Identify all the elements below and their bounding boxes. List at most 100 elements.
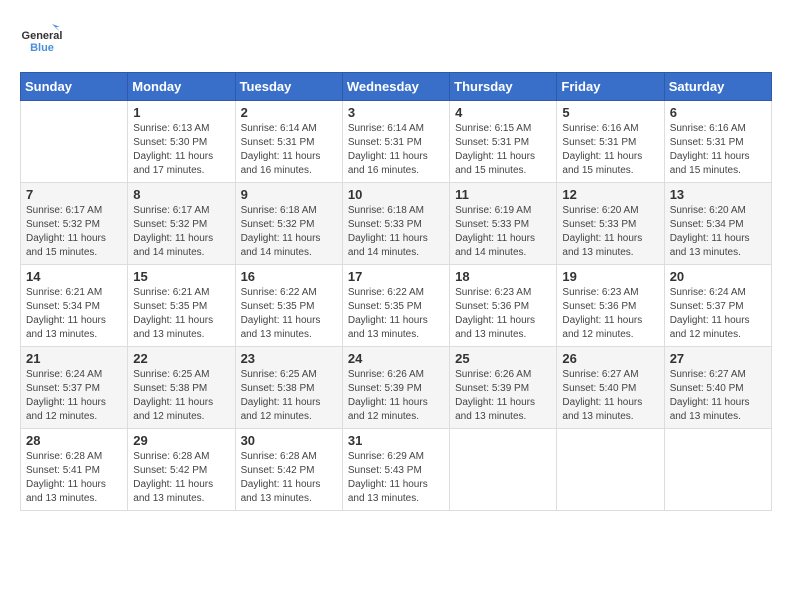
day-info: Sunrise: 6:13 AM Sunset: 5:30 PM Dayligh…: [133, 122, 229, 178]
day-number: 12: [562, 187, 658, 202]
day-cell: 8 Sunrise: 6:17 AM Sunset: 5:32 PM Daylig…: [128, 183, 235, 265]
day-info: Sunrise: 6:16 AM Sunset: 5:31 PM Dayligh…: [670, 122, 766, 178]
day-cell: 27 Sunrise: 6:27 AM Sunset: 5:40 PM Dayli…: [664, 347, 771, 429]
day-number: 6: [670, 105, 766, 120]
logo: GeneralBlue: [20, 20, 62, 62]
day-info: Sunrise: 6:21 AM Sunset: 5:34 PM Dayligh…: [26, 286, 122, 342]
svg-text:Blue: Blue: [30, 42, 54, 54]
day-number: 31: [348, 433, 444, 448]
day-number: 7: [26, 187, 122, 202]
day-cell: 10 Sunrise: 6:18 AM Sunset: 5:33 PM Dayli…: [342, 183, 449, 265]
day-info: Sunrise: 6:26 AM Sunset: 5:39 PM Dayligh…: [348, 368, 444, 424]
header-thursday: Thursday: [450, 73, 557, 101]
day-number: 13: [670, 187, 766, 202]
day-number: 16: [241, 269, 337, 284]
day-cell: [557, 429, 664, 511]
day-info: Sunrise: 6:18 AM Sunset: 5:33 PM Dayligh…: [348, 204, 444, 260]
day-info: Sunrise: 6:19 AM Sunset: 5:33 PM Dayligh…: [455, 204, 551, 260]
day-info: Sunrise: 6:28 AM Sunset: 5:41 PM Dayligh…: [26, 450, 122, 506]
day-cell: 14Sunrise: 6:21 AM Sunset: 5:34 PM Dayli…: [21, 265, 128, 347]
day-number: 20: [670, 269, 766, 284]
day-number: 21: [26, 351, 122, 366]
day-cell: 29 Sunrise: 6:28 AM Sunset: 5:42 PM Dayli…: [128, 429, 235, 511]
day-number: 29: [133, 433, 229, 448]
day-cell: 26 Sunrise: 6:27 AM Sunset: 5:40 PM Dayli…: [557, 347, 664, 429]
day-cell: 25 Sunrise: 6:26 AM Sunset: 5:39 PM Dayli…: [450, 347, 557, 429]
day-cell: 15 Sunrise: 6:21 AM Sunset: 5:35 PM Dayli…: [128, 265, 235, 347]
day-cell: 20 Sunrise: 6:24 AM Sunset: 5:37 PM Dayli…: [664, 265, 771, 347]
day-number: 19: [562, 269, 658, 284]
day-number: 3: [348, 105, 444, 120]
week-row-5: 28 Sunrise: 6:28 AM Sunset: 5:41 PM Dayli…: [21, 429, 772, 511]
day-number: 8: [133, 187, 229, 202]
day-number: 15: [133, 269, 229, 284]
day-number: 22: [133, 351, 229, 366]
week-row-1: 1Sunrise: 6:13 AM Sunset: 5:30 PM Daylig…: [21, 101, 772, 183]
header-friday: Friday: [557, 73, 664, 101]
day-info: Sunrise: 6:20 AM Sunset: 5:34 PM Dayligh…: [670, 204, 766, 260]
day-number: 2: [241, 105, 337, 120]
day-cell: 31 Sunrise: 6:29 AM Sunset: 5:43 PM Dayli…: [342, 429, 449, 511]
header-saturday: Saturday: [664, 73, 771, 101]
logo-icon: GeneralBlue: [20, 20, 62, 62]
day-cell: 11Sunrise: 6:19 AM Sunset: 5:33 PM Dayli…: [450, 183, 557, 265]
day-number: 10: [348, 187, 444, 202]
day-number: 18: [455, 269, 551, 284]
day-info: Sunrise: 6:23 AM Sunset: 5:36 PM Dayligh…: [455, 286, 551, 342]
day-number: 25: [455, 351, 551, 366]
day-cell: 16 Sunrise: 6:22 AM Sunset: 5:35 PM Dayli…: [235, 265, 342, 347]
day-cell: 24 Sunrise: 6:26 AM Sunset: 5:39 PM Dayli…: [342, 347, 449, 429]
header-wednesday: Wednesday: [342, 73, 449, 101]
day-cell: 21 Sunrise: 6:24 AM Sunset: 5:37 PM Dayli…: [21, 347, 128, 429]
day-cell: 30Sunrise: 6:28 AM Sunset: 5:42 PM Dayli…: [235, 429, 342, 511]
day-cell: 13 Sunrise: 6:20 AM Sunset: 5:34 PM Dayli…: [664, 183, 771, 265]
day-info: Sunrise: 6:24 AM Sunset: 5:37 PM Dayligh…: [26, 368, 122, 424]
svg-text:General: General: [22, 30, 62, 42]
day-info: Sunrise: 6:15 AM Sunset: 5:31 PM Dayligh…: [455, 122, 551, 178]
page-header: GeneralBlue: [20, 20, 772, 62]
day-info: Sunrise: 6:27 AM Sunset: 5:40 PM Dayligh…: [670, 368, 766, 424]
day-info: Sunrise: 6:17 AM Sunset: 5:32 PM Dayligh…: [26, 204, 122, 260]
day-cell: 2 Sunrise: 6:14 AM Sunset: 5:31 PM Daylig…: [235, 101, 342, 183]
week-row-2: 7 Sunrise: 6:17 AM Sunset: 5:32 PM Daylig…: [21, 183, 772, 265]
day-info: Sunrise: 6:29 AM Sunset: 5:43 PM Dayligh…: [348, 450, 444, 506]
day-number: 23: [241, 351, 337, 366]
day-info: Sunrise: 6:27 AM Sunset: 5:40 PM Dayligh…: [562, 368, 658, 424]
day-info: Sunrise: 6:17 AM Sunset: 5:32 PM Dayligh…: [133, 204, 229, 260]
header-tuesday: Tuesday: [235, 73, 342, 101]
day-info: Sunrise: 6:28 AM Sunset: 5:42 PM Dayligh…: [133, 450, 229, 506]
week-row-3: 14Sunrise: 6:21 AM Sunset: 5:34 PM Dayli…: [21, 265, 772, 347]
day-info: Sunrise: 6:14 AM Sunset: 5:31 PM Dayligh…: [348, 122, 444, 178]
day-number: 26: [562, 351, 658, 366]
day-info: Sunrise: 6:22 AM Sunset: 5:35 PM Dayligh…: [241, 286, 337, 342]
day-cell: [664, 429, 771, 511]
day-info: Sunrise: 6:25 AM Sunset: 5:38 PM Dayligh…: [241, 368, 337, 424]
day-cell: 5 Sunrise: 6:16 AM Sunset: 5:31 PM Daylig…: [557, 101, 664, 183]
day-info: Sunrise: 6:21 AM Sunset: 5:35 PM Dayligh…: [133, 286, 229, 342]
day-number: 27: [670, 351, 766, 366]
day-cell: 6 Sunrise: 6:16 AM Sunset: 5:31 PM Daylig…: [664, 101, 771, 183]
day-cell: 3 Sunrise: 6:14 AM Sunset: 5:31 PM Daylig…: [342, 101, 449, 183]
day-cell: 18 Sunrise: 6:23 AM Sunset: 5:36 PM Dayli…: [450, 265, 557, 347]
day-info: Sunrise: 6:14 AM Sunset: 5:31 PM Dayligh…: [241, 122, 337, 178]
day-number: 28: [26, 433, 122, 448]
day-info: Sunrise: 6:28 AM Sunset: 5:42 PM Dayligh…: [241, 450, 337, 506]
header-row: SundayMondayTuesdayWednesdayThursdayFrid…: [21, 73, 772, 101]
day-number: 24: [348, 351, 444, 366]
day-cell: 4 Sunrise: 6:15 AM Sunset: 5:31 PM Daylig…: [450, 101, 557, 183]
day-cell: 9 Sunrise: 6:18 AM Sunset: 5:32 PM Daylig…: [235, 183, 342, 265]
day-info: Sunrise: 6:24 AM Sunset: 5:37 PM Dayligh…: [670, 286, 766, 342]
week-row-4: 21 Sunrise: 6:24 AM Sunset: 5:37 PM Dayli…: [21, 347, 772, 429]
day-cell: 12 Sunrise: 6:20 AM Sunset: 5:33 PM Dayli…: [557, 183, 664, 265]
day-info: Sunrise: 6:26 AM Sunset: 5:39 PM Dayligh…: [455, 368, 551, 424]
day-cell: 23 Sunrise: 6:25 AM Sunset: 5:38 PM Dayli…: [235, 347, 342, 429]
day-number: 4: [455, 105, 551, 120]
day-info: Sunrise: 6:20 AM Sunset: 5:33 PM Dayligh…: [562, 204, 658, 260]
day-number: 9: [241, 187, 337, 202]
day-number: 5: [562, 105, 658, 120]
day-cell: 17 Sunrise: 6:22 AM Sunset: 5:35 PM Dayli…: [342, 265, 449, 347]
day-number: 17: [348, 269, 444, 284]
day-info: Sunrise: 6:18 AM Sunset: 5:32 PM Dayligh…: [241, 204, 337, 260]
day-info: Sunrise: 6:22 AM Sunset: 5:35 PM Dayligh…: [348, 286, 444, 342]
day-info: Sunrise: 6:16 AM Sunset: 5:31 PM Dayligh…: [562, 122, 658, 178]
